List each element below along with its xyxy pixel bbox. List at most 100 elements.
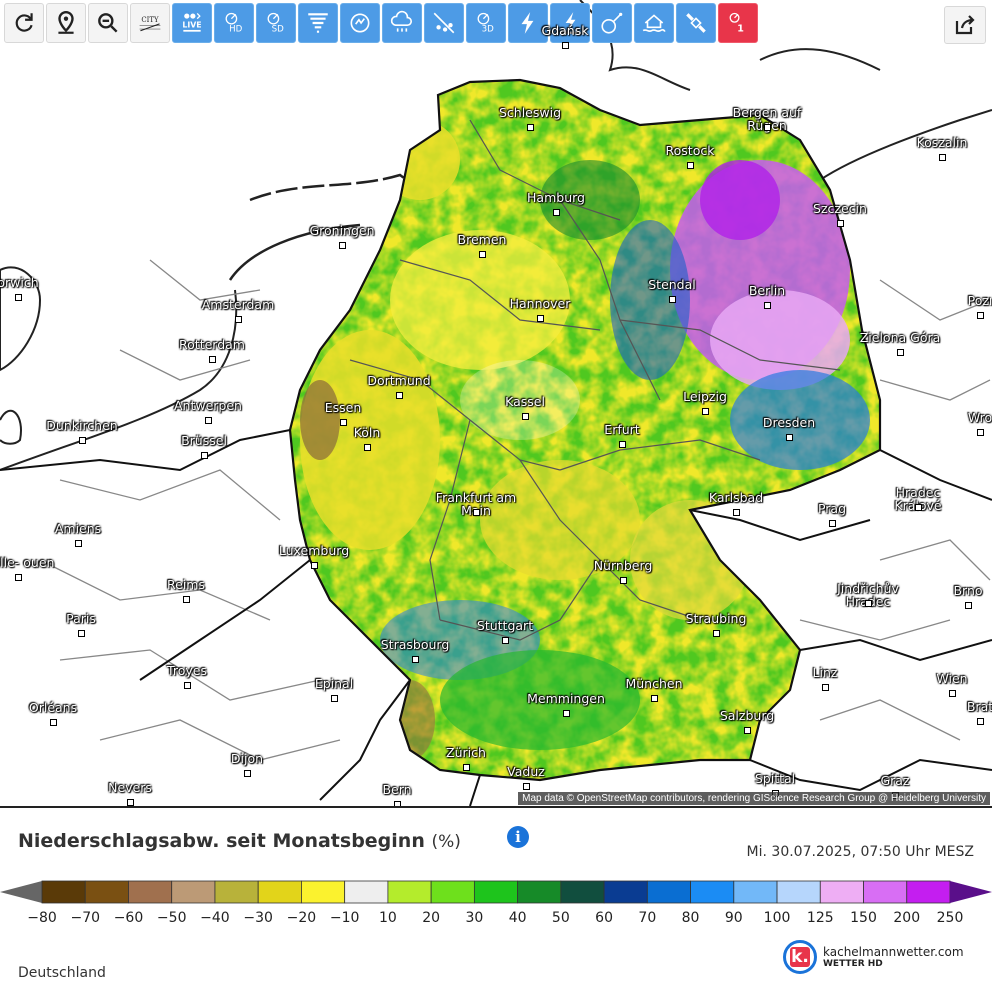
city-marker: [786, 434, 793, 441]
scale-tick-label: 30: [465, 910, 484, 926]
city-label-leipzig: Leipzig: [683, 389, 727, 404]
city-label-brno: Brno: [953, 583, 983, 598]
city-marker: [687, 162, 694, 169]
city-marker: [620, 577, 627, 584]
city-label-wien: Wien: [936, 671, 968, 686]
city-marker: [669, 296, 676, 303]
city-label-bern: Bern: [382, 782, 412, 797]
city-label-dortmund: Dortmund: [367, 373, 431, 388]
color-scale-ticks: −80 −70 −60 −50 −40 −30 −20 −10 10 20 30 40 50 60 70 80…: [0, 910, 992, 930]
refresh-icon: [15, 13, 33, 32]
city-marker: [201, 452, 208, 459]
live-analyse-button[interactable]: LIVE: [172, 3, 212, 43]
share-icon: [955, 15, 975, 35]
radar-hd-button[interactable]: HD: [214, 3, 254, 43]
scale-tick-label: −40: [200, 910, 230, 926]
city-marker: [15, 574, 22, 581]
city-marker: [537, 315, 544, 322]
satellite-dish-button[interactable]: [592, 3, 632, 43]
city-toggle-button[interactable]: CITY: [130, 3, 170, 43]
zoom-out-icon: [98, 13, 118, 33]
city-marker: [396, 392, 403, 399]
city-label-n-rnberg: Nürnberg: [593, 558, 653, 573]
flood-button[interactable]: [634, 3, 674, 43]
city-marker: [939, 154, 946, 161]
city-label-spittal: Spittal: [754, 771, 796, 786]
region-label: Deutschland: [18, 965, 106, 981]
scale-swatch: [776, 880, 821, 904]
scale-tick-label: 50: [551, 910, 570, 926]
city-label-erfurt: Erfurt: [604, 422, 640, 437]
refresh-button[interactable]: [4, 3, 44, 43]
city-marker: [473, 509, 480, 516]
svg-text:3D: 3D: [482, 25, 495, 35]
kachelmann-logo[interactable]: k. kachelmannwetter.com WETTER HD: [783, 940, 964, 974]
city-marker: [15, 294, 22, 301]
city-label-rouen: eville- ouen: [0, 555, 55, 570]
city-label-berlin: Berlin: [748, 283, 786, 298]
map-attribution[interactable]: Map data © OpenStreetMap contributors, r…: [518, 792, 990, 805]
scale-tick-label: 200: [893, 910, 921, 926]
scale-swatch: [646, 880, 691, 904]
logo-subtitle: WETTER HD: [823, 959, 883, 969]
flood-icon: [642, 14, 666, 33]
color-scale: [0, 880, 992, 904]
location-button[interactable]: [46, 3, 86, 43]
city-label-karlsbad: Karlsbad: [708, 490, 764, 505]
city-marker: [764, 124, 771, 131]
city-label-hamburg: Hamburg: [527, 190, 585, 205]
share-button[interactable]: [944, 6, 986, 44]
city-marker: [127, 799, 134, 806]
city-label-prag: Prag: [817, 501, 847, 516]
radar-sd-button[interactable]: SD: [256, 3, 296, 43]
scale-tick-label: −80: [27, 910, 57, 926]
city-marker: [311, 562, 318, 569]
radar-3d-button[interactable]: 3D: [466, 3, 506, 43]
city-label-rotterdam: Rotterdam: [179, 337, 245, 352]
scale-swatch: [517, 880, 562, 904]
scale-swatch: [603, 880, 648, 904]
city-label-dresden: Dresden: [762, 415, 816, 430]
warning-button[interactable]: 1: [718, 3, 758, 43]
city-marker: [183, 596, 190, 603]
satellite-button[interactable]: [676, 3, 716, 43]
city-marker: [523, 783, 530, 790]
location-pin-icon: [58, 10, 74, 34]
hail-button[interactable]: [424, 3, 464, 43]
info-icon[interactable]: i: [507, 826, 529, 848]
city-marker: [209, 356, 216, 363]
svg-text:LIVE: LIVE: [182, 20, 201, 29]
city-label-koszalin: Koszalin: [916, 135, 968, 150]
scale-swatch: [819, 880, 864, 904]
scale-swatch: [301, 880, 346, 904]
city-marker: [479, 251, 486, 258]
city-label-antwerpen: Antwerpen: [174, 398, 242, 413]
city-label-stuttgart: Stuttgart: [476, 618, 534, 633]
city-label-stendal: Stendal: [648, 277, 696, 292]
svg-text:SD: SD: [272, 25, 284, 35]
tornado-button[interactable]: [298, 3, 338, 43]
scale-tick-label: 70: [638, 910, 657, 926]
city-label-amiens: Amiens: [54, 521, 102, 536]
radar-hd-icon: HD: [225, 12, 243, 35]
city-marker: [184, 682, 191, 689]
scale-swatch: [128, 880, 173, 904]
scale-tick-label: −50: [156, 910, 187, 926]
timestamp: Mi. 30.07.2025, 07:50 Uhr MESZ: [746, 844, 974, 860]
storm-track-button[interactable]: [340, 3, 380, 43]
scale-swatch: [257, 880, 302, 904]
scale-swatch: [171, 880, 216, 904]
radar-sd-icon: SD: [267, 12, 284, 35]
map-canvas: [0, 0, 992, 806]
city-label-dijon: Dijon: [230, 751, 264, 766]
city-label-rostock: Rostock: [665, 143, 715, 158]
precipitation-button[interactable]: [382, 3, 422, 43]
scale-tick-label: 150: [850, 910, 877, 926]
city-marker: [764, 302, 771, 309]
scale-swatch: [733, 880, 778, 904]
city-marker: [527, 124, 534, 131]
precipitation-deviation-map[interactable]: CITY LIVE HD SD 3D 1 Gdańsk Schleswig Be…: [0, 0, 992, 808]
warning-radar-icon: 1: [729, 12, 744, 35]
zoom-out-button[interactable]: [88, 3, 128, 43]
scale-swatch: [690, 880, 735, 904]
